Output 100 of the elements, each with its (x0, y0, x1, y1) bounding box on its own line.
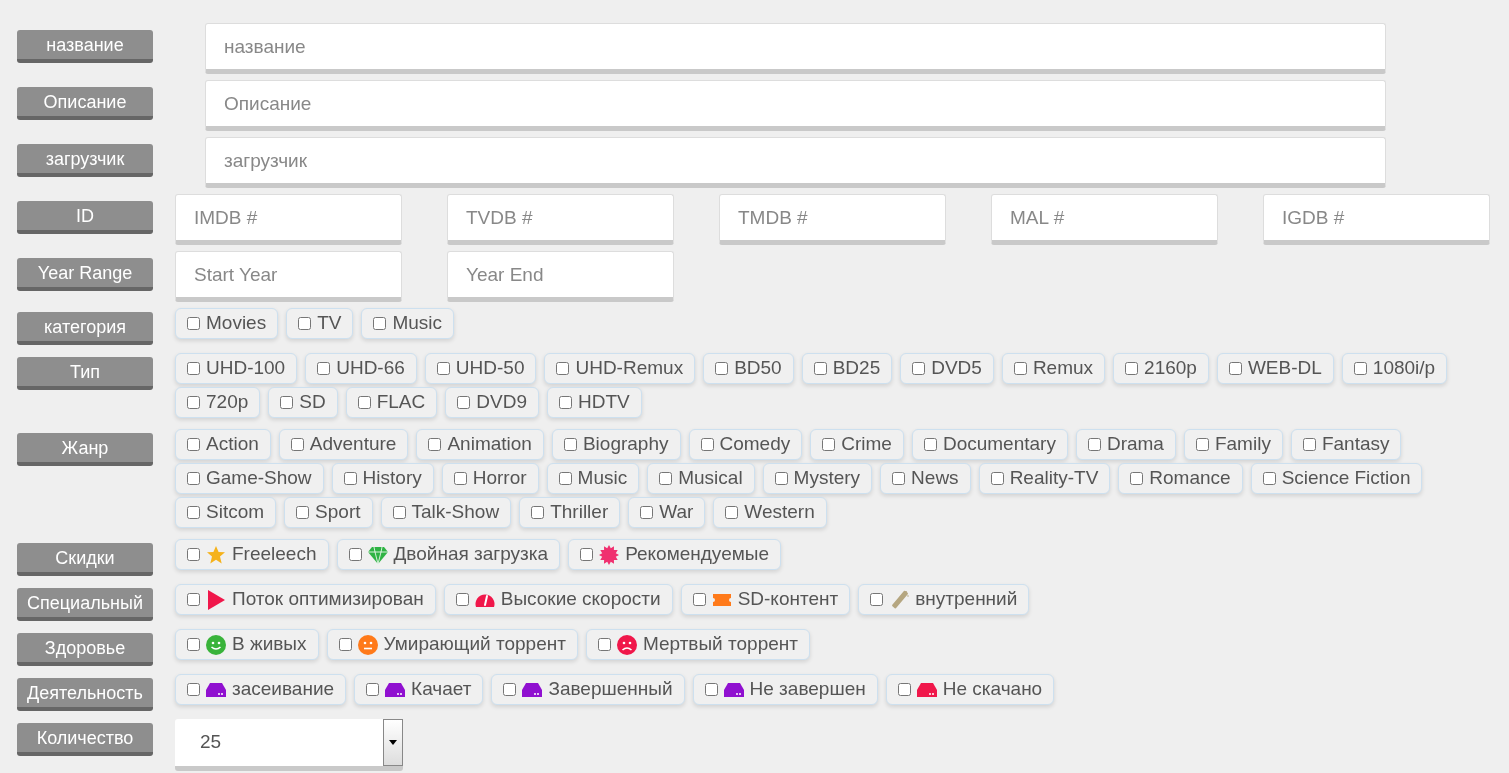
checkbox[interactable] (704, 683, 718, 696)
checkbox[interactable] (187, 362, 200, 375)
dropdown-button[interactable] (383, 719, 403, 766)
text-input[interactable]: загрузчик (205, 137, 1386, 188)
checkbox[interactable] (659, 472, 673, 485)
option-label: Documentary (942, 432, 1056, 457)
checkbox[interactable] (338, 638, 352, 651)
checkbox[interactable] (187, 593, 200, 606)
option-label: Sport (315, 500, 361, 525)
checkbox[interactable] (597, 638, 611, 651)
checkbox[interactable] (503, 683, 517, 696)
text-input[interactable]: IMDB # (175, 194, 402, 245)
option-label: засеивание (232, 677, 335, 702)
checkbox[interactable] (187, 396, 200, 409)
checkbox[interactable] (296, 506, 310, 519)
checkbox[interactable] (640, 506, 654, 519)
checkbox[interactable] (280, 396, 294, 409)
option-label: В живых (232, 632, 307, 657)
checkbox[interactable] (343, 472, 357, 485)
checkbox[interactable] (436, 362, 450, 375)
smiley-icon (206, 634, 226, 655)
checkbox[interactable] (822, 438, 836, 451)
checkbox[interactable] (725, 506, 739, 519)
option-label: Action (206, 432, 259, 457)
checkbox[interactable] (897, 683, 911, 696)
checkbox[interactable] (298, 317, 312, 330)
option-label: Talk-Show (411, 500, 500, 525)
text-input[interactable]: MAL # (991, 194, 1218, 245)
sad-face-icon (616, 634, 637, 655)
checkbox[interactable] (1353, 362, 1367, 375)
star-icon (206, 544, 226, 565)
text-input[interactable]: название (205, 23, 1386, 74)
option-label: Game-Show (206, 466, 312, 491)
checkbox[interactable] (453, 472, 467, 485)
checkbox[interactable] (892, 472, 906, 485)
field-label: название (17, 30, 153, 63)
option-label: Movies (206, 311, 267, 336)
option-label: Мертвый торрент (642, 632, 798, 657)
checkbox[interactable] (348, 548, 362, 561)
checkbox[interactable] (580, 548, 594, 561)
checkbox[interactable] (990, 472, 1004, 485)
quantity-select[interactable]: 25 (175, 719, 403, 771)
option-label: Music (392, 311, 443, 336)
text-input[interactable]: IGDB # (1263, 194, 1490, 245)
checkbox[interactable] (556, 362, 570, 375)
checkbox[interactable] (187, 472, 200, 485)
option-label: DVD5 (931, 356, 982, 381)
checkbox[interactable] (1013, 362, 1027, 375)
checkbox[interactable] (290, 438, 304, 451)
checkbox[interactable] (187, 317, 200, 330)
checkbox[interactable] (531, 506, 545, 519)
checkbox[interactable] (558, 396, 572, 409)
field-label: Тип (17, 357, 153, 390)
checkbox[interactable] (692, 593, 706, 606)
caret-icon (389, 740, 397, 745)
checkbox[interactable] (187, 548, 200, 561)
checkbox[interactable] (1087, 438, 1101, 451)
checkbox[interactable] (428, 438, 442, 451)
option-label: 2160p (1144, 356, 1197, 381)
text-input[interactable]: Start Year (175, 251, 402, 302)
option-label: Drama (1106, 432, 1164, 457)
checkbox[interactable] (187, 638, 200, 651)
option-label: Высокие скорости (500, 587, 661, 612)
checkbox[interactable] (392, 506, 406, 519)
checkbox[interactable] (187, 683, 200, 696)
option-label: WEB-DL (1247, 356, 1322, 381)
checkbox[interactable] (457, 396, 471, 409)
checkbox[interactable] (1302, 438, 1316, 451)
option-label: Adventure (309, 432, 397, 457)
checkbox[interactable] (357, 396, 371, 409)
checkbox[interactable] (1125, 362, 1139, 375)
checkbox[interactable] (187, 506, 200, 519)
option-label: Science Fiction (1281, 466, 1411, 491)
checkbox[interactable] (1130, 472, 1144, 485)
checkbox[interactable] (455, 593, 469, 606)
checkbox[interactable] (1262, 472, 1276, 485)
option-label: War (659, 500, 694, 525)
checkbox[interactable] (563, 438, 577, 451)
checkbox[interactable] (366, 683, 380, 696)
option-label: Thriller (550, 500, 609, 525)
text-input[interactable]: TMDB # (719, 194, 946, 245)
option-label: BD25 (832, 356, 881, 381)
checkbox[interactable] (1228, 362, 1242, 375)
checkbox[interactable] (715, 362, 729, 375)
option-label: FLAC (376, 390, 426, 415)
checkbox[interactable] (923, 438, 937, 451)
checkbox[interactable] (912, 362, 926, 375)
checkbox[interactable] (870, 593, 884, 606)
text-input[interactable]: Year End (447, 251, 674, 302)
checkbox[interactable] (373, 317, 387, 330)
checkbox[interactable] (700, 438, 714, 451)
checkbox[interactable] (187, 438, 200, 451)
checkbox[interactable] (774, 472, 788, 485)
checkbox[interactable] (317, 362, 331, 375)
checkbox[interactable] (813, 362, 827, 375)
option-label: Music (577, 466, 628, 491)
checkbox[interactable] (558, 472, 572, 485)
checkbox[interactable] (1195, 438, 1209, 451)
text-input[interactable]: TVDB # (447, 194, 674, 245)
text-input[interactable]: Описание (205, 80, 1386, 131)
